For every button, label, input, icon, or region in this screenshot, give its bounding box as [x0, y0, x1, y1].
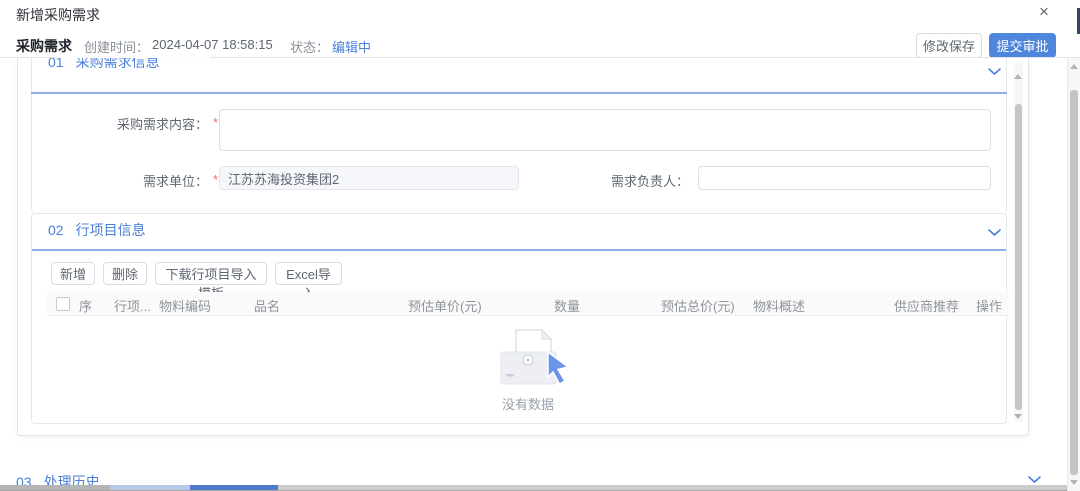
section-number: 01: [48, 58, 64, 70]
column-header: 物料编码: [159, 296, 211, 315]
column-header: 序: [79, 296, 92, 315]
column-header: 数量: [554, 296, 580, 315]
column-header: 物料概述: [753, 296, 805, 315]
download-template-button[interactable]: 下载行项目导入模板: [155, 262, 267, 285]
column-header: 品名: [254, 296, 280, 315]
required-mark: *: [213, 172, 218, 187]
add-row-button[interactable]: 新增: [51, 262, 95, 285]
horizontal-scrollbar-segment-light-blue: [110, 485, 190, 490]
section-underline: [31, 92, 1007, 94]
created-time-value: 2024-04-07 18:58:15: [152, 37, 273, 52]
submit-approval-button[interactable]: 提交审批: [989, 33, 1056, 58]
unit-input[interactable]: [219, 166, 519, 190]
chevron-down-icon[interactable]: [1028, 476, 1041, 484]
page-scrollbar-thumb[interactable]: [1070, 90, 1078, 475]
page-scrollbar-track[interactable]: [1067, 58, 1080, 491]
section-label: 行项目信息: [76, 222, 146, 238]
section-label: 采购需求信息: [76, 58, 160, 70]
scroll-down-icon[interactable]: [1070, 480, 1078, 485]
section-line-items-box: [31, 213, 1007, 424]
content-textarea[interactable]: [219, 109, 991, 151]
section-line-items-title: 02 行项目信息: [48, 220, 146, 240]
excel-import-button[interactable]: Excel导入: [275, 262, 342, 285]
modal-title: 新增采购需求: [16, 5, 100, 25]
chevron-down-icon[interactable]: [988, 68, 1001, 76]
empty-state-text: 没有数据: [47, 394, 1009, 413]
status-badge: 编辑中: [332, 37, 371, 56]
form-card: 01 采购需求信息 采购需求内容： * 需求单位： * 需求负责人： 02 行项目信…: [17, 58, 1029, 436]
content-label: 采购需求内容：: [48, 114, 208, 133]
empty-state-icon: [496, 326, 574, 386]
horizontal-scrollbar-segment-dark: [0, 485, 110, 490]
scroll-up-icon[interactable]: [1014, 74, 1022, 79]
chevron-down-icon[interactable]: [988, 229, 1001, 237]
card-scrollbar-track[interactable]: [1014, 62, 1023, 422]
column-header: 供应商推荐: [894, 296, 959, 315]
document-title: 采购需求: [16, 36, 72, 56]
table-header-row: 序 行项... 物料编码 品名 预估单价(元) 数量 预估总价(元) 物料概述 …: [47, 292, 1009, 316]
select-all-checkbox[interactable]: [56, 297, 70, 311]
column-header: 预估总价(元): [661, 296, 735, 315]
close-icon[interactable]: ×: [1039, 2, 1049, 22]
section-number: 02: [48, 222, 64, 238]
new-purchase-request-modal: 新增采购需求 × 采购需求 创建时间： 2024-04-07 18:58:15 …: [0, 0, 1080, 491]
column-header: 预估单价(元): [408, 296, 482, 315]
save-button[interactable]: 修改保存: [916, 33, 982, 58]
section-purchase-info-title: 01 采购需求信息: [48, 58, 160, 72]
scroll-up-icon[interactable]: [1070, 64, 1078, 69]
horizontal-scrollbar-thumb[interactable]: [190, 485, 278, 490]
created-time-label: 创建时间：: [84, 37, 149, 56]
scroll-down-icon[interactable]: [1014, 414, 1022, 419]
column-header: 操作: [976, 296, 1002, 315]
column-header: 行项...: [114, 296, 151, 315]
required-mark: *: [213, 115, 218, 130]
status-label: 状态：: [290, 37, 329, 56]
owner-input[interactable]: [698, 166, 991, 190]
section-underline: [32, 249, 1006, 251]
unit-label: 需求单位：: [48, 171, 208, 190]
delete-row-button[interactable]: 删除: [103, 262, 147, 285]
card-scrollbar-thumb[interactable]: [1015, 104, 1022, 410]
owner-label: 需求负责人：: [558, 171, 689, 190]
